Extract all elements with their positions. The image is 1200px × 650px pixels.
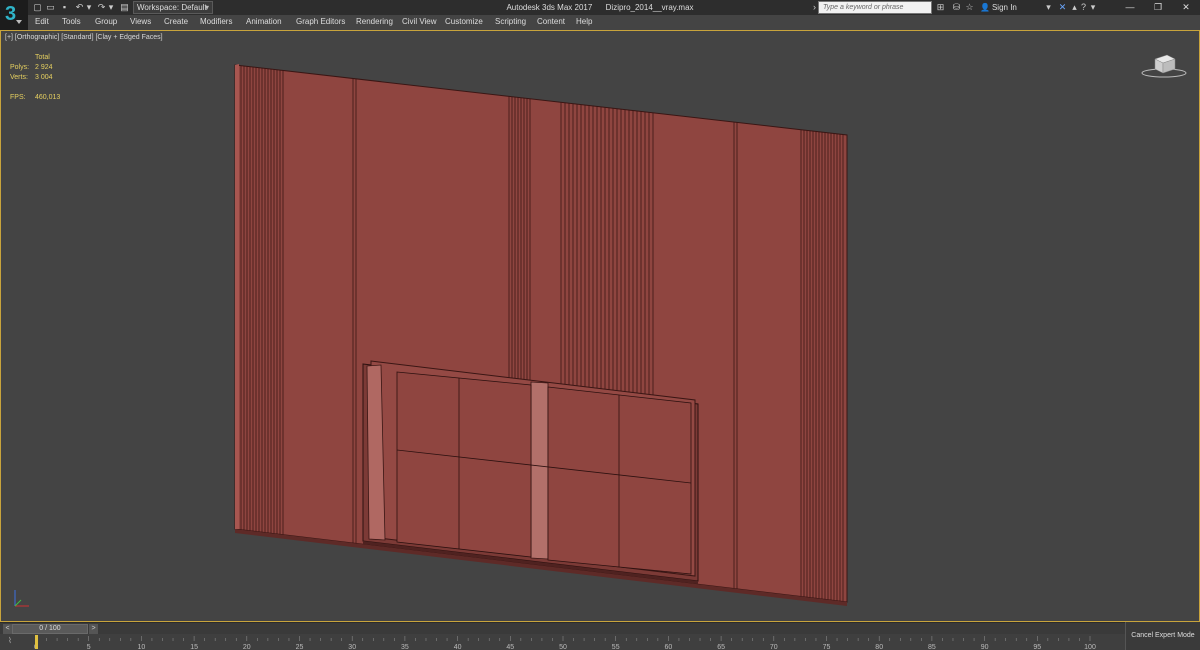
ruler-tick-label: 15 (190, 644, 198, 650)
sign-in-dropdown-icon[interactable]: ▾ (1043, 2, 1054, 13)
workspace-label: Workspace: Default (137, 3, 207, 12)
stats-fps-value: 460,013 (35, 94, 61, 101)
axis-tripod-icon (14, 590, 29, 607)
time-slider[interactable]: < 0 / 100 > (0, 622, 1200, 634)
window-controls: — ❐ ✕ (1116, 0, 1200, 15)
stats-polys-label: Polys: (10, 64, 30, 71)
project-folder-icon[interactable]: ▤ (119, 2, 130, 13)
help-icon[interactable]: ? (1078, 2, 1089, 13)
menu-graph-editors[interactable]: Graph Editors (296, 15, 345, 29)
open-file-icon[interactable]: ▭ (45, 2, 56, 13)
redo-icon[interactable]: ↷ (96, 2, 107, 13)
app-logo[interactable]: 3 (0, 0, 28, 30)
ruler-tick-label: 65 (717, 644, 725, 650)
ruler-tick-label: 60 (665, 644, 673, 650)
communication-center-icon[interactable]: ⛁ (951, 2, 962, 13)
autodesk-exchange-icon[interactable]: ✕ (1057, 2, 1068, 13)
ruler-tick-label: 30 (348, 644, 356, 650)
ruler-tick-label: 35 (401, 644, 409, 650)
workspace-select[interactable]: Workspace: Default ▾ (133, 1, 213, 14)
menu-customize[interactable]: Customize (445, 15, 483, 29)
menu-help[interactable]: Help (576, 15, 592, 29)
viewcube-icon[interactable] (1139, 51, 1189, 81)
menu-create[interactable]: Create (164, 15, 188, 29)
menu-modifiers[interactable]: Modifiers (200, 15, 232, 29)
help-dropdown-icon[interactable]: ▾ (1090, 2, 1096, 13)
menu-content[interactable]: Content (537, 15, 565, 29)
ruler-tick-label: 50 (559, 644, 567, 650)
close-icon[interactable]: ✕ (1172, 0, 1200, 15)
ruler-tick-label: 20 (243, 644, 251, 650)
menu-group[interactable]: Group (95, 15, 117, 29)
menu-civil-view[interactable]: Civil View (402, 15, 437, 29)
menu-views[interactable]: Views (130, 15, 151, 29)
new-file-icon[interactable]: ▢ (32, 2, 43, 13)
search-binoculars-icon[interactable]: ⊞ (935, 2, 946, 13)
frame-ruler[interactable]: 0510152025303540455055606570758085909510… (0, 634, 1125, 650)
time-next-button[interactable]: > (89, 624, 98, 634)
title-bar: ▢ ▭ ▪ ↶ ▾ ↷ ▾ ▤ Workspace: Default ▾ Aut… (0, 0, 1200, 15)
window-pane-left (396, 371, 532, 558)
menu-scripting[interactable]: Scripting (495, 15, 526, 29)
window-mullion (530, 381, 549, 560)
ruler-tick-label: 70 (770, 644, 778, 650)
wall-left-edge (235, 64, 239, 529)
time-prev-button[interactable]: < (3, 624, 12, 634)
ruler-tick-label: 55 (612, 644, 620, 650)
stats-verts-label: Verts: (10, 74, 28, 81)
app-title: Autodesk 3ds Max 2017 (506, 3, 593, 12)
undo-icon[interactable]: ↶ (74, 2, 85, 13)
user-icon: 👤 (980, 3, 990, 12)
redo-dropdown-icon[interactable]: ▾ (108, 2, 114, 13)
ruler-tick-label: 80 (875, 644, 883, 650)
stats-fps-label: FPS: (10, 94, 26, 101)
menu-bar: Edit Tools Group Views Create Modifiers … (28, 15, 1200, 29)
ruler-tick-label: 85 (928, 644, 936, 650)
perspective-viewport[interactable]: [+] [Orthographic] [Standard] [Clay + Ed… (0, 30, 1200, 622)
sign-in-button[interactable]: 👤 Sign In (980, 2, 1017, 13)
menu-rendering[interactable]: Rendering (356, 15, 393, 29)
ruler-tick-label: 25 (296, 644, 304, 650)
ruler-tick-label: 5 (87, 644, 91, 650)
ruler-tick-label: 75 (823, 644, 831, 650)
track-bar[interactable]: ⌇ 05101520253035404550556065707580859095… (0, 634, 1125, 650)
stats-total-label: Total (35, 54, 50, 61)
time-slider-thumb[interactable]: 0 / 100 (12, 624, 88, 634)
viewport-label[interactable]: [+] [Orthographic] [Standard] [Clay + Ed… (5, 34, 163, 41)
menu-animation[interactable]: Animation (246, 15, 282, 29)
undo-dropdown-icon[interactable]: ▾ (86, 2, 92, 13)
restore-icon[interactable]: ❐ (1144, 0, 1172, 15)
scene-canvas[interactable] (1, 31, 1199, 621)
cancel-expert-mode-button[interactable]: Cancel Expert Mode (1125, 622, 1200, 650)
current-frame-marker[interactable] (35, 635, 38, 649)
ruler-tick-label: 40 (454, 644, 462, 650)
ruler-tick-label: 45 (506, 644, 514, 650)
stats-verts-value: 3 004 (35, 74, 53, 81)
file-name: Dizipro_2014__vray.max (605, 3, 694, 12)
ruler-tick-label: 90 (981, 644, 989, 650)
ruler-tick-label: 10 (138, 644, 146, 650)
favorites-star-icon[interactable]: ☆ (964, 2, 975, 13)
menu-tools[interactable]: Tools (62, 15, 81, 29)
save-icon[interactable]: ▪ (59, 2, 70, 13)
app-menu-triangle-icon (16, 20, 22, 24)
ruler-tick-label: 95 (1033, 644, 1041, 650)
wall-panel-model[interactable] (234, 64, 848, 606)
sign-in-label: Sign In (991, 3, 1017, 12)
app-logo-glyph: 3 (5, 3, 17, 25)
menu-edit[interactable]: Edit (35, 15, 49, 29)
ruler-tick-label: 100 (1084, 644, 1096, 650)
minimize-icon[interactable]: — (1116, 0, 1144, 15)
search-input[interactable]: Type a keyword or phrase (818, 1, 932, 14)
chevron-down-icon: ▾ (204, 3, 209, 12)
stats-polys-value: 2 924 (35, 64, 53, 71)
